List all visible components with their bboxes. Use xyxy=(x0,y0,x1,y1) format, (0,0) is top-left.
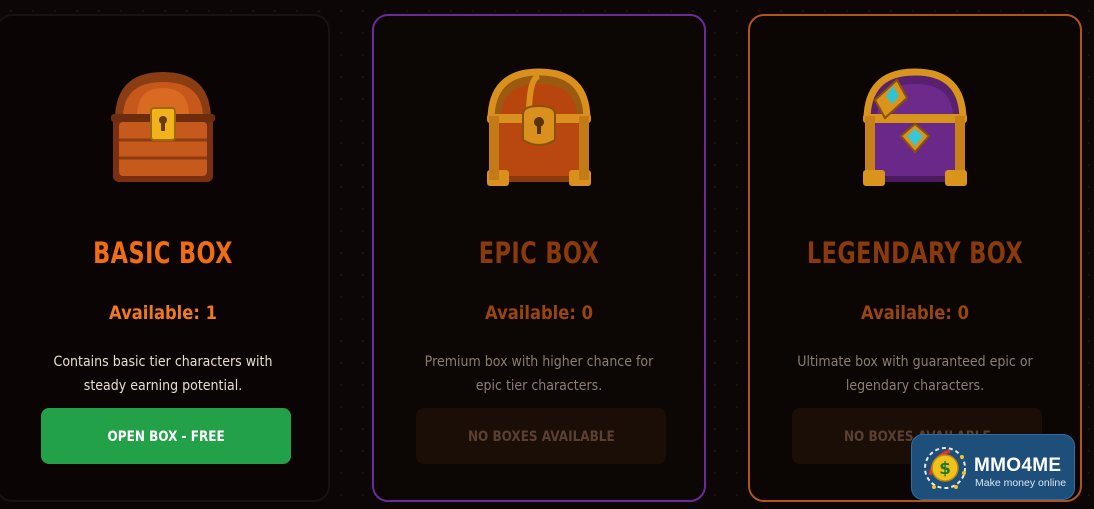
watermark-tagline: Make money online xyxy=(975,477,1067,489)
available-count: Available: 0 xyxy=(861,302,969,324)
box-title: LEGENDARY BOX xyxy=(806,236,1024,270)
basic-box-card: BASIC BOX Available: 1 Contains basic ti… xyxy=(0,14,330,502)
jeweled-chest-icon xyxy=(863,68,967,186)
box-description: Premium box with higher chance for epic … xyxy=(424,354,654,394)
no-boxes-button[interactable]: NO BOXES AVAILABLE xyxy=(416,408,666,464)
box-title: BASIC BOX xyxy=(93,236,233,270)
legendary-box-card: LEGENDARY BOX Available: 0 Ultimate box … xyxy=(748,14,1082,502)
available-count: Available: 1 xyxy=(109,302,217,324)
open-box-button[interactable]: OPEN BOX - FREE xyxy=(41,408,291,464)
golden-chest-icon xyxy=(487,68,591,186)
epic-box-card: EPIC BOX Available: 0 Premium box with h… xyxy=(372,14,706,502)
watermark-name: MMO4ME xyxy=(974,455,1062,476)
mmo4me-watermark: $ MMO4ME Make money online xyxy=(911,434,1075,500)
dollar-coin-icon: $ xyxy=(924,447,966,489)
box-description: Contains basic tier characters with stea… xyxy=(53,354,273,394)
open-box-button-label: OPEN BOX - FREE xyxy=(107,429,225,445)
no-boxes-button-label: NO BOXES AVAILABLE xyxy=(467,429,615,445)
box-description: Ultimate box with guaranteed epic or leg… xyxy=(797,354,1033,394)
wooden-chest-icon xyxy=(111,72,215,182)
loot-box-screen: BASIC BOX Available: 1 Contains basic ti… xyxy=(0,0,1094,509)
available-count: Available: 0 xyxy=(485,302,593,324)
box-title: EPIC BOX xyxy=(478,236,600,270)
svg-text:$: $ xyxy=(939,459,951,479)
